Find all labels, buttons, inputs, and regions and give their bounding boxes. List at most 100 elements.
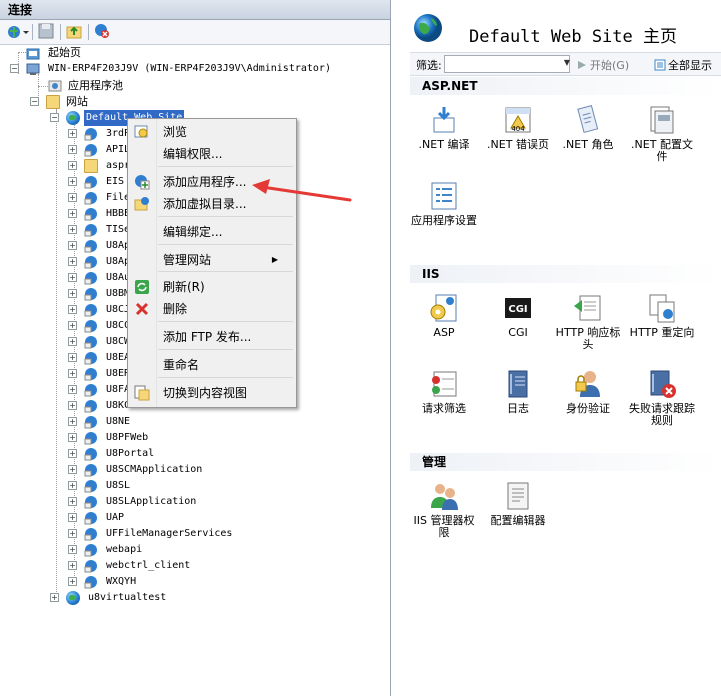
- expand-icon[interactable]: +: [68, 305, 77, 314]
- feature-label: .NET 编译: [418, 138, 470, 151]
- feature-tile[interactable]: 身份验证: [554, 368, 622, 415]
- feature-tile[interactable]: 应用程序设置: [410, 180, 478, 227]
- expand-icon[interactable]: +: [68, 209, 77, 218]
- menu-separator: [158, 244, 293, 245]
- menu-separator: [158, 377, 293, 378]
- add-vdir-icon: [134, 196, 150, 212]
- feature-tile[interactable]: 配置编辑器: [484, 480, 552, 527]
- expand-icon[interactable]: +: [68, 337, 77, 346]
- compile-icon: [428, 104, 460, 136]
- toolbar-separator: [32, 24, 33, 40]
- expand-icon[interactable]: +: [68, 257, 77, 266]
- feature-tile[interactable]: .NET 编译: [410, 104, 478, 151]
- expand-icon[interactable]: +: [68, 129, 77, 138]
- feature-tile[interactable]: CGI CGI: [484, 292, 552, 339]
- expand-icon[interactable]: +: [68, 577, 77, 586]
- web-app-icon: [84, 271, 98, 285]
- feature-tile[interactable]: 日志: [484, 368, 552, 415]
- go-button[interactable]: 开始(G): [576, 57, 629, 73]
- expand-icon[interactable]: +: [68, 449, 77, 458]
- expand-icon[interactable]: +: [68, 353, 77, 362]
- web-app-icon: [84, 335, 98, 349]
- web-app-icon: [84, 415, 98, 429]
- expand-icon[interactable]: +: [68, 529, 77, 538]
- web-app-icon: [84, 479, 98, 493]
- feature-tile[interactable]: HTTP 重定向: [628, 292, 696, 339]
- menu-separator: [158, 321, 293, 322]
- globe-icon: [66, 111, 80, 125]
- connect-icon[interactable]: [6, 23, 29, 41]
- expand-icon[interactable]: +: [68, 497, 77, 506]
- feature-label: ASP: [433, 326, 455, 339]
- menu-item[interactable]: 重命名: [163, 355, 288, 375]
- show-all-button[interactable]: 全部显示: [654, 57, 712, 73]
- chevron-down-icon[interactable]: ▼: [562, 55, 572, 71]
- feature-tile[interactable]: 请求筛选: [410, 368, 478, 415]
- content-view-icon: [134, 385, 150, 401]
- filter-input[interactable]: [444, 55, 570, 73]
- feature-tile[interactable]: 404 .NET 错误页: [484, 104, 552, 151]
- expand-icon[interactable]: +: [68, 273, 77, 282]
- menu-item[interactable]: 添加 FTP 发布...: [163, 327, 288, 347]
- expand-icon[interactable]: +: [68, 225, 77, 234]
- menu-item[interactable]: 编辑权限...: [163, 144, 288, 164]
- feature-tile[interactable]: 失败请求跟踪规则: [628, 368, 696, 427]
- feature-tile[interactable]: .NET 配置文件: [628, 104, 696, 163]
- feature-label: 应用程序设置: [411, 214, 477, 227]
- menu-separator: [158, 216, 293, 217]
- filter-bar: 筛选: ▼ 开始(G) 全部显示: [410, 52, 721, 76]
- collapse-icon[interactable]: −: [50, 113, 59, 122]
- menu-icon-gutter: [128, 119, 157, 407]
- svg-text:404: 404: [511, 125, 525, 133]
- group-header: 管理: [410, 453, 721, 471]
- expand-icon[interactable]: +: [68, 369, 77, 378]
- expand-icon[interactable]: +: [68, 161, 77, 170]
- web-app-icon: [84, 255, 98, 269]
- disconnect-icon[interactable]: [94, 23, 112, 41]
- feature-tile[interactable]: ASP: [410, 292, 478, 339]
- expand-icon[interactable]: +: [68, 433, 77, 442]
- expand-icon[interactable]: +: [68, 481, 77, 490]
- go-icon: [576, 59, 588, 71]
- expand-icon[interactable]: +: [68, 513, 77, 522]
- expand-icon[interactable]: +: [68, 465, 77, 474]
- web-app-icon: [84, 527, 98, 541]
- start-page-icon: [26, 46, 40, 60]
- save-icon[interactable]: [38, 23, 56, 41]
- feature-tile[interactable]: HTTP 响应标头: [554, 292, 622, 351]
- feature-label: 日志: [507, 402, 529, 415]
- expand-icon[interactable]: +: [68, 401, 77, 410]
- menu-item[interactable]: 删除: [163, 299, 288, 319]
- feature-tile[interactable]: .NET 角色: [554, 104, 622, 151]
- logging-icon: [502, 368, 534, 400]
- menu-item[interactable]: 管理网站 ▶: [163, 250, 288, 270]
- feature-label: 身份验证: [566, 402, 610, 415]
- expand-icon[interactable]: +: [68, 241, 77, 250]
- refresh-icon: [134, 279, 150, 295]
- expand-icon[interactable]: +: [68, 321, 77, 330]
- expand-icon[interactable]: +: [68, 561, 77, 570]
- expand-icon[interactable]: +: [68, 385, 77, 394]
- expand-icon[interactable]: +: [68, 193, 77, 202]
- web-app-icon: [84, 575, 98, 589]
- collapse-icon[interactable]: −: [10, 64, 19, 73]
- menu-item[interactable]: 浏览: [163, 122, 288, 142]
- server-icon: [26, 62, 40, 76]
- feature-tile[interactable]: IIS 管理器权限: [410, 480, 478, 539]
- expand-icon[interactable]: +: [50, 593, 59, 602]
- collapse-icon[interactable]: −: [30, 97, 39, 106]
- web-app-icon: [84, 383, 98, 397]
- menu-item[interactable]: 刷新(R): [163, 277, 288, 297]
- expand-icon[interactable]: +: [68, 545, 77, 554]
- menu-item[interactable]: 切换到内容视图: [163, 383, 288, 403]
- expand-icon[interactable]: +: [68, 289, 77, 298]
- expand-icon[interactable]: +: [68, 177, 77, 186]
- feature-label: HTTP 重定向: [629, 326, 695, 339]
- expand-icon[interactable]: +: [68, 145, 77, 154]
- up-icon[interactable]: [66, 23, 84, 41]
- web-app-icon: [84, 175, 98, 189]
- redirect-icon: [646, 292, 678, 324]
- expand-icon[interactable]: +: [68, 417, 77, 426]
- web-app-icon: [84, 319, 98, 333]
- menu-item[interactable]: 编辑绑定...: [163, 222, 288, 242]
